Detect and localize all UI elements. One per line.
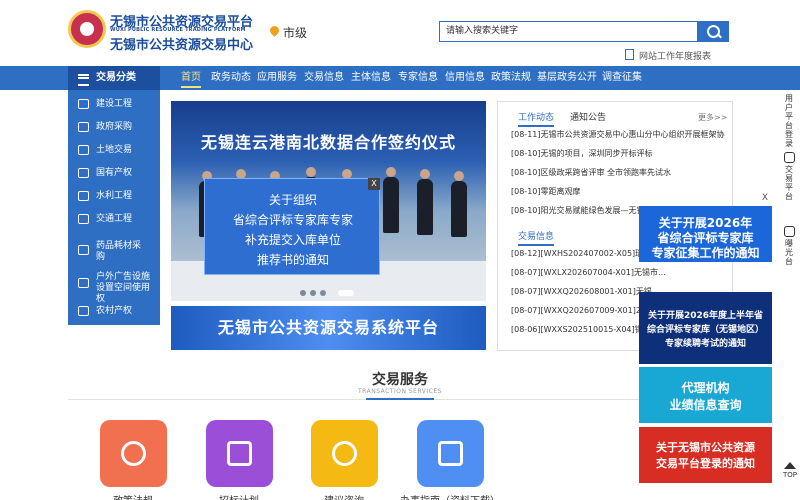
ad-line: 关于开展2026年度上半年省 [647,311,764,321]
billboard-icon [78,278,89,288]
sidebar-item-label: 户外广告设施设置空间使用权 [96,272,151,304]
building-icon [78,99,89,109]
popup-line: 省综合评标专家库专家 [232,213,353,227]
ad-line: 业绩信息查询 [669,398,742,412]
list-item[interactable]: [08-10]无锡的项目，深圳同步开标评标 [511,149,725,159]
nav-policy[interactable]: 政策法规 [491,66,531,90]
carousel-dot-active[interactable] [338,290,354,296]
search-button[interactable] [698,21,729,42]
carousel-dot[interactable] [300,290,306,296]
land-icon [78,145,89,155]
ad-line: 综合评标专家库（无锡地区） [646,325,764,335]
service-label: 招标计划 [179,492,299,500]
nav-government-news[interactable]: 政务动态 [211,66,251,90]
tab-notices[interactable]: 通知公告 [570,110,606,123]
nav-entity-info[interactable]: 主体信息 [351,66,391,90]
main-nav: 交易分类 首页 政务动态 应用服务 交易信息 主体信息 专家信息 信用信息 政策… [0,66,800,90]
ad-expert-recruit[interactable]: 关于开展2026年 省综合评标专家库 专家征集工作的通知 [639,206,772,262]
cart-icon [78,122,89,132]
sidebar-item-label: 建设工程 [96,99,133,109]
location-pin-icon [268,24,281,37]
service-label: 办事指南（资料下载） [390,492,510,500]
guide-doc-icon [438,441,463,466]
sidebar-item-label: 国有产权 [96,168,133,178]
carousel-dot[interactable] [310,290,316,296]
tab-work-news[interactable]: 工作动态 [518,110,555,127]
list-item[interactable]: [08-10]零距离观摩 [511,187,725,197]
list-item[interactable]: [08-07][WXLX202607004-X01]无锡市… [511,268,725,278]
sidebar-item-label: 政府采购 [96,122,133,132]
camera-icon [783,226,795,237]
rail-trade-platform[interactable]: 交易平台 [778,152,800,201]
carousel-dot[interactable] [320,290,326,296]
ad-line: 代理机构 [681,381,730,395]
rail-user-login[interactable]: 用户平台登录 [778,94,800,148]
trading-system-banner[interactable]: 无锡市公共资源交易系统平台 [171,306,486,350]
photo-person [417,169,433,235]
ad-line: 专家征集工作的通知 [651,246,760,260]
brand-title-2: 无锡市公共资源交易中心 [110,38,254,53]
sidebar-item-label: 土地交易 [96,145,133,155]
nav-home[interactable]: 首页 [181,66,201,90]
users-icon [332,441,357,466]
sidebar-item-label: 药品耗材采购 [96,241,142,262]
city-selector[interactable]: 市级 [283,24,307,41]
floating-notice-popup[interactable]: 关于组织 省综合评标专家库专家 补充提交入库单位 推荐书的通知 [204,178,380,275]
nav-expert-info[interactable]: 专家信息 [398,66,438,90]
popup-line: 关于组织 [268,193,317,207]
annual-report-link[interactable]: 网站工作年度报表 [625,49,711,62]
tab-trade-info[interactable]: 交易信息 [518,229,555,246]
category-sidebar: 建设工程 政府采购 土地交易 国有产权 水利工程 交通工程 药品耗材采购 户外广… [68,90,160,325]
water-icon [78,191,89,201]
service-label: 政策法规 [73,492,193,500]
service-guide-button[interactable] [417,420,484,487]
photo-person [451,171,467,237]
brand-subtitle-en: WUXI PUBLIC RESOURCE TRADING PLATFORM [110,27,246,33]
nav-survey[interactable]: 调查征集 [602,66,642,90]
heart-hand-icon [783,152,795,163]
more-link[interactable]: 更多>> [698,112,727,123]
ruler-triangle-icon [227,441,252,466]
nav-app-services[interactable]: 应用服务 [257,66,297,90]
service-label: 建议咨询 [284,492,404,500]
service-policy-button[interactable] [100,420,167,487]
popup-line: 推荐书的通知 [256,253,329,267]
sidebar-item-label: 交通工程 [96,214,133,224]
service-consult-button[interactable] [311,420,378,487]
ad-line: 关于无锡市公共资源 [656,441,755,454]
medicine-icon [78,245,89,255]
nav-grassroots-disclosure[interactable]: 基层政务公开 [537,66,597,90]
service-bid-plan-button[interactable] [206,420,273,487]
back-to-top-button[interactable]: TOP [780,462,800,479]
popup-close-button[interactable]: X [368,178,380,190]
nav-trade-info[interactable]: 交易信息 [304,66,344,90]
policy-chart-icon [121,441,146,466]
carousel-slide-title: 无锡连云港南北数据合作签约仪式 [200,133,456,152]
ad-login-notice[interactable]: 关于无锡市公共资源 交易平台登录的通知 [639,427,772,483]
rail-exposure[interactable]: 曝光台 [778,226,800,266]
ad-expert-exam[interactable]: 关于开展2026年度上半年省 综合评标专家库（无锡地区） 专家续聘考试的通知 [639,292,772,364]
list-item[interactable]: [08-11]无锡市公共资源交易中心惠山分中心组织开展框架协议… [511,130,725,140]
ad-line: 专家续聘考试的通知 [664,339,746,349]
rail-label: 曝光台 [785,239,793,266]
ad-line: 交易平台登录的通知 [656,457,755,470]
logo-emblem-icon[interactable] [68,10,106,48]
list-item[interactable]: [08-10]区级政采跨省评审 全市领跑率先试水 [511,168,725,178]
sidebar-item-label: 农村产权 [96,306,133,316]
floating-banners-close-button[interactable]: X [759,192,771,204]
farm-icon [78,306,89,316]
property-icon [78,168,89,178]
sidebar-item-label: 水利工程 [96,191,133,201]
popup-line: 补充提交入库单位 [244,233,341,247]
search-input[interactable]: 请输入搜索关键字 [439,21,698,42]
category-menu-button[interactable]: 交易分类 [68,66,160,90]
photo-person [383,167,399,233]
ad-agency-query[interactable]: 代理机构 业绩信息查询 [639,367,772,423]
divider-accent [366,398,434,400]
traffic-icon [78,214,89,224]
right-quick-rail: 用户平台登录 交易平台 曝光台 [778,90,800,500]
rail-label: 交易平台 [785,165,793,201]
site-header: 无锡市公共资源交易平台 WUXI PUBLIC RESOURCE TRADING… [0,0,800,66]
nav-credit-info[interactable]: 信用信息 [445,66,485,90]
